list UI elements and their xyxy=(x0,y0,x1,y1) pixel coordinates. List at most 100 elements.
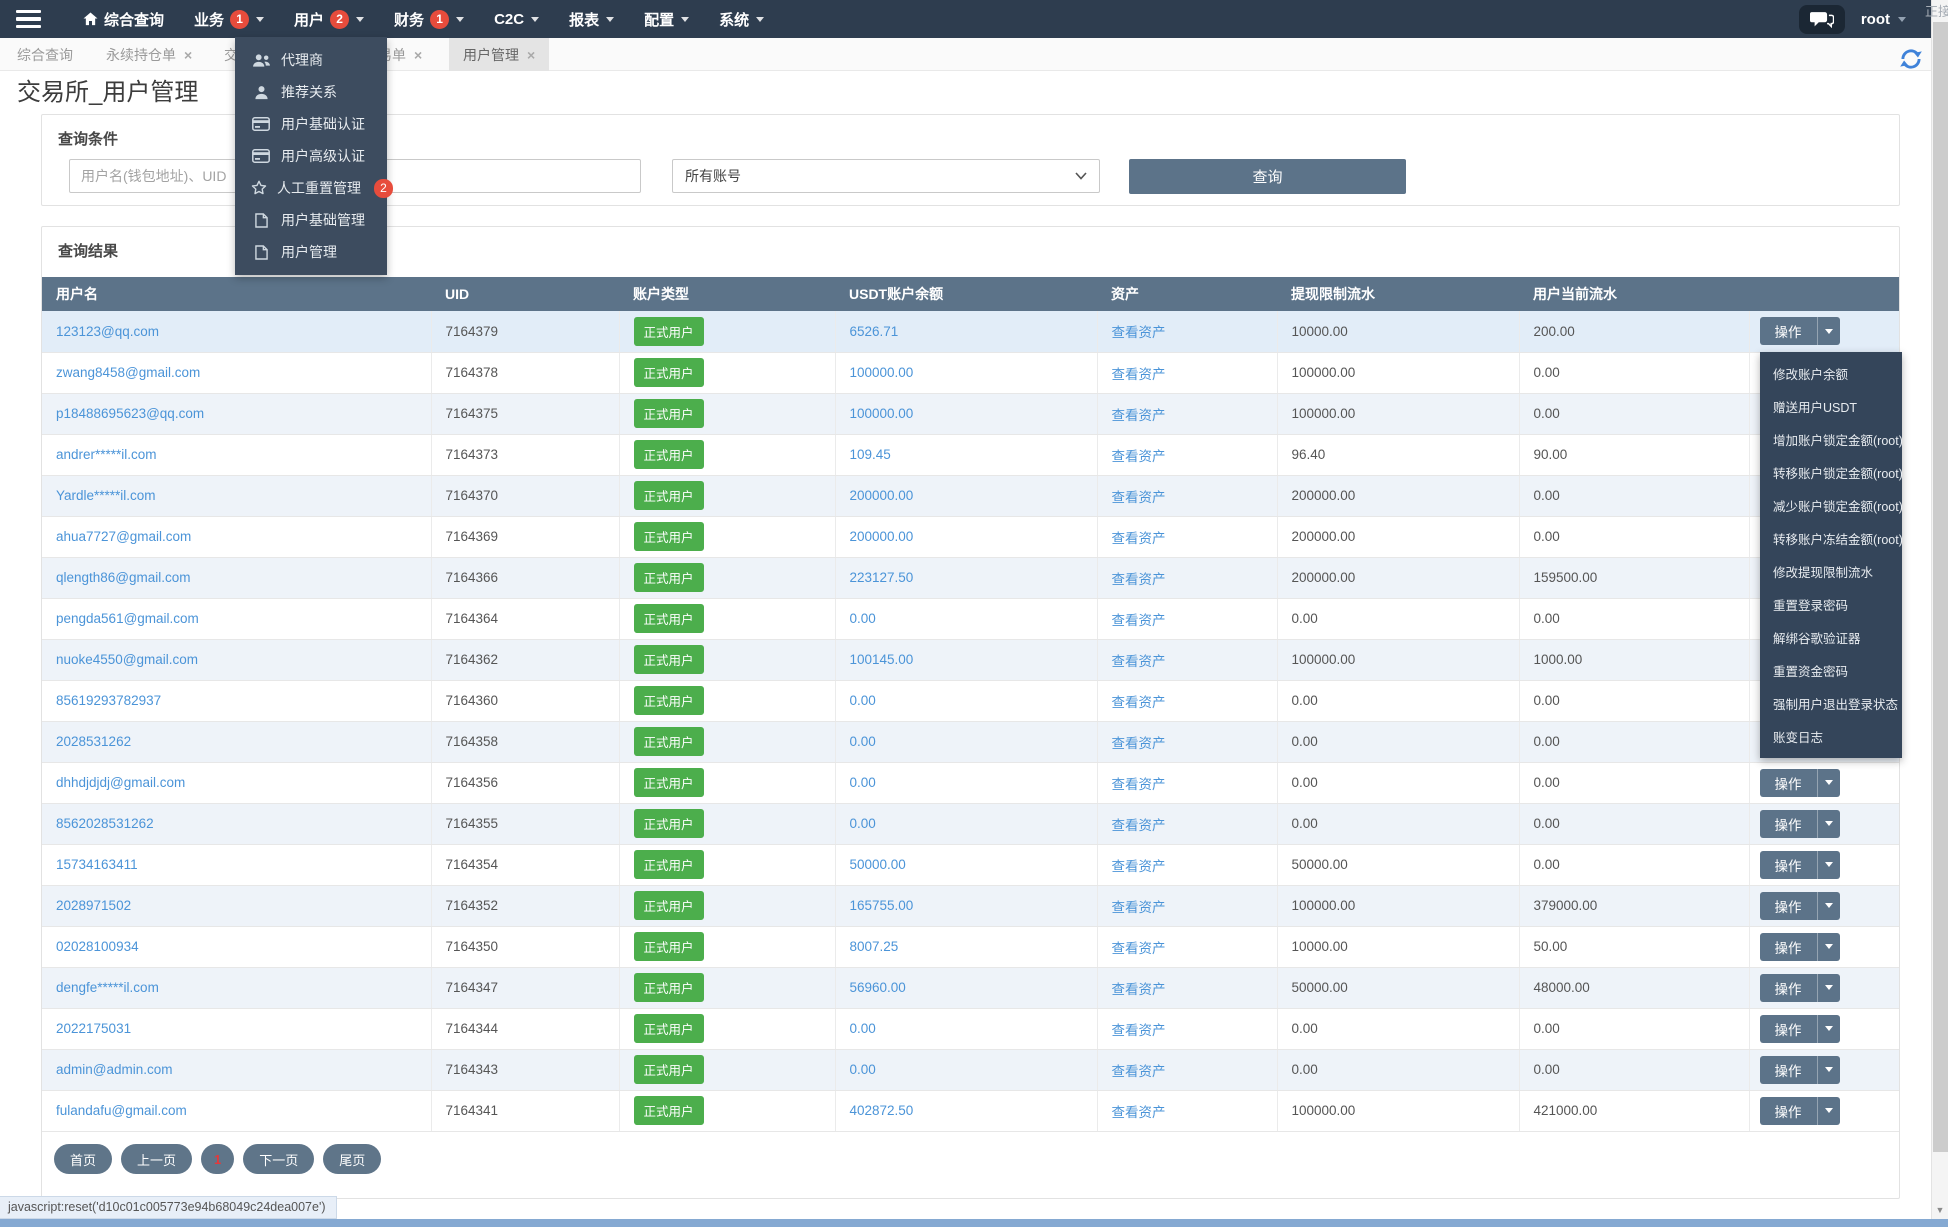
row-action-caret-icon[interactable] xyxy=(1816,932,1840,961)
nav-item-business[interactable]: 业务 1 xyxy=(194,9,265,30)
nav-item-system[interactable]: 系统 xyxy=(719,9,765,30)
username-link[interactable]: pengda561@gmail.com xyxy=(56,611,199,626)
username-link[interactable]: fulandafu@gmail.com xyxy=(56,1103,187,1118)
view-assets-link[interactable]: 查看资产 xyxy=(1112,490,1166,505)
row-action-caret-icon[interactable] xyxy=(1816,891,1840,920)
username-link[interactable]: qlength86@gmail.com xyxy=(56,570,191,585)
menu-item-user-mgmt[interactable]: 用户管理 xyxy=(235,236,387,268)
username-link[interactable]: 2028971502 xyxy=(56,898,131,913)
usdt-balance-link[interactable]: 223127.50 xyxy=(850,570,914,585)
view-assets-link[interactable]: 查看资产 xyxy=(1112,777,1166,792)
row-action-button[interactable]: 操作 xyxy=(1759,1096,1840,1125)
tab-close-icon[interactable]: × xyxy=(184,48,192,62)
hamburger-menu-icon[interactable] xyxy=(16,9,41,29)
row-action-caret-icon[interactable] xyxy=(1816,1096,1840,1125)
view-assets-link[interactable]: 查看资产 xyxy=(1112,449,1166,464)
tab-perpetual-positions[interactable]: 永续持仓单 × xyxy=(96,38,202,71)
pagination-first[interactable]: 首页 xyxy=(54,1144,113,1174)
username-link[interactable]: 15734163411 xyxy=(56,857,138,872)
row-action-label[interactable]: 操作 xyxy=(1759,850,1817,879)
row-action-label[interactable]: 操作 xyxy=(1759,768,1817,797)
user-account-menu[interactable]: root xyxy=(1861,11,1906,28)
usdt-balance-link[interactable]: 8007.25 xyxy=(850,939,899,954)
vertical-scrollbar[interactable]: ▼ xyxy=(1931,0,1948,1219)
view-assets-link[interactable]: 查看资产 xyxy=(1112,695,1166,710)
refresh-icon[interactable] xyxy=(1898,46,1924,72)
view-assets-link[interactable]: 查看资产 xyxy=(1112,367,1166,382)
view-assets-link[interactable]: 查看资产 xyxy=(1112,941,1166,956)
action-menu-item[interactable]: 增加账户锁定金额(root) xyxy=(1760,423,1903,456)
action-menu-item[interactable]: 重置登录密码 xyxy=(1760,588,1902,621)
row-action-button[interactable]: 操作 xyxy=(1759,973,1840,1002)
row-action-label[interactable]: 操作 xyxy=(1759,1055,1817,1084)
row-action-caret-icon[interactable] xyxy=(1816,1055,1840,1084)
nav-item-reports[interactable]: 报表 xyxy=(569,9,615,30)
tab-user-management[interactable]: 用户管理 × xyxy=(449,38,550,71)
row-action-button[interactable]: 操作 xyxy=(1759,850,1840,879)
usdt-balance-link[interactable]: 100000.00 xyxy=(850,365,914,380)
menu-item-agents[interactable]: 代理商 xyxy=(235,44,387,76)
row-action-button[interactable]: 操作 xyxy=(1759,932,1840,961)
usdt-balance-link[interactable]: 0.00 xyxy=(850,611,876,626)
action-menu-item[interactable]: 转移账户锁定金额(root) xyxy=(1760,456,1903,489)
action-menu-item[interactable]: 修改提现限制流水 xyxy=(1760,555,1902,588)
username-link[interactable]: 123123@qq.com xyxy=(56,324,159,339)
usdt-balance-link[interactable]: 0.00 xyxy=(850,693,876,708)
usdt-balance-link[interactable]: 109.45 xyxy=(850,447,891,462)
username-link[interactable]: 8562028531262 xyxy=(56,816,154,831)
view-assets-link[interactable]: 查看资产 xyxy=(1112,613,1166,628)
row-action-label[interactable]: 操作 xyxy=(1759,891,1817,920)
row-action-button[interactable]: 操作 xyxy=(1759,1014,1840,1043)
usdt-balance-link[interactable]: 56960.00 xyxy=(850,980,906,995)
action-menu-item[interactable]: 赠送用户USDT xyxy=(1760,390,1902,423)
usdt-balance-link[interactable]: 0.00 xyxy=(850,816,876,831)
row-action-label[interactable]: 操作 xyxy=(1759,932,1817,961)
view-assets-link[interactable]: 查看资产 xyxy=(1112,654,1166,669)
action-menu-item[interactable]: 账变日志 xyxy=(1760,720,1902,753)
view-assets-link[interactable]: 查看资产 xyxy=(1112,818,1166,833)
usdt-balance-link[interactable]: 6526.71 xyxy=(850,324,899,339)
menu-item-manual-reset[interactable]: 人工重置管理 2 xyxy=(235,172,393,204)
row-action-button[interactable]: 操作 xyxy=(1759,1055,1840,1084)
row-action-label[interactable]: 操作 xyxy=(1759,973,1817,1002)
row-action-label[interactable]: 操作 xyxy=(1759,1014,1817,1043)
action-menu-item[interactable]: 转移账户冻结金额(root) xyxy=(1760,522,1903,555)
account-type-select[interactable]: 所有账号 xyxy=(672,159,1100,193)
usdt-balance-link[interactable]: 50000.00 xyxy=(850,857,906,872)
usdt-balance-link[interactable]: 100145.00 xyxy=(850,652,914,667)
view-assets-link[interactable]: 查看资产 xyxy=(1112,982,1166,997)
menu-item-basic-kyc[interactable]: 用户基础认证 xyxy=(235,108,387,140)
username-link[interactable]: nuoke4550@gmail.com xyxy=(56,652,198,667)
username-link[interactable]: 02028100934 xyxy=(56,939,139,954)
menu-item-advanced-kyc[interactable]: 用户高级认证 xyxy=(235,140,387,172)
scrollbar-down-arrow-icon[interactable]: ▼ xyxy=(1932,1205,1948,1215)
nav-item-config[interactable]: 配置 xyxy=(644,9,690,30)
scrollbar-thumb[interactable] xyxy=(1933,22,1948,1152)
view-assets-link[interactable]: 查看资产 xyxy=(1112,1105,1166,1120)
nav-item-c2c[interactable]: C2C xyxy=(494,11,540,28)
tab-close-icon[interactable]: × xyxy=(527,48,535,62)
usdt-balance-link[interactable]: 0.00 xyxy=(850,1021,876,1036)
search-button[interactable]: 查询 xyxy=(1129,159,1406,194)
row-action-caret-icon[interactable] xyxy=(1816,1014,1840,1043)
tab-close-icon[interactable]: × xyxy=(414,48,422,62)
nav-item-overview[interactable]: 综合查询 xyxy=(83,9,164,30)
usdt-balance-link[interactable]: 0.00 xyxy=(850,734,876,749)
row-action-button[interactable]: 操作 xyxy=(1759,891,1840,920)
row-action-button[interactable]: 操作 xyxy=(1759,317,1840,346)
usdt-balance-link[interactable]: 165755.00 xyxy=(850,898,914,913)
view-assets-link[interactable]: 查看资产 xyxy=(1112,859,1166,874)
chat-button[interactable] xyxy=(1798,4,1845,34)
view-assets-link[interactable]: 查看资产 xyxy=(1112,1023,1166,1038)
nav-item-users[interactable]: 用户 2 xyxy=(294,9,365,30)
username-link[interactable]: 85619293782937 xyxy=(56,693,161,708)
username-link[interactable]: 2022175031 xyxy=(56,1021,131,1036)
nav-item-finance[interactable]: 财务 1 xyxy=(394,9,465,30)
username-link[interactable]: dengfe*****il.com xyxy=(56,980,159,995)
usdt-balance-link[interactable]: 402872.50 xyxy=(850,1103,914,1118)
action-menu-item[interactable]: 解绑谷歌验证器 xyxy=(1760,621,1902,654)
row-action-caret-icon[interactable] xyxy=(1816,809,1840,838)
usdt-balance-link[interactable]: 200000.00 xyxy=(850,529,914,544)
pagination-prev[interactable]: 上一页 xyxy=(121,1144,193,1174)
view-assets-link[interactable]: 查看资产 xyxy=(1112,408,1166,423)
